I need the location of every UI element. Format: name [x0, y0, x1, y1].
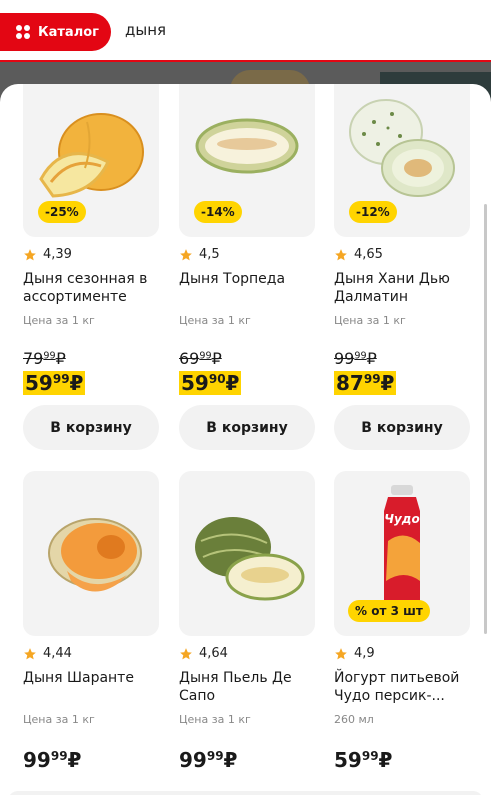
unit-label: Цена за 1 кг: [179, 314, 251, 327]
star-icon: [24, 647, 36, 659]
rating: 4,65: [334, 247, 470, 262]
rating-value: 4,9: [354, 646, 375, 661]
old-price: 7999₽: [23, 349, 66, 368]
unit-label: Цена за 1 кг: [179, 713, 251, 726]
product-title[interactable]: Йогурт питьевой Чудо персик-...: [334, 669, 470, 705]
product-card[interactable]: -12% 4,65 Дыня Хани Дью Далматин Цена за…: [334, 84, 470, 450]
star-icon: [24, 248, 36, 260]
current-price: 5990₽: [179, 371, 242, 395]
product-title[interactable]: Дыня Хани Дью Далматин: [334, 270, 470, 306]
current-price: 5999₽: [334, 748, 393, 772]
bottom-bar: [8, 791, 483, 795]
product-image[interactable]: -14%: [179, 84, 315, 237]
add-to-cart-button[interactable]: В корзину: [179, 405, 315, 450]
current-price: 5999₽: [23, 371, 86, 395]
product-sheet: -25% 4,39 Дыня сезонная в ассортименте Ц…: [0, 84, 491, 795]
rating-value: 4,65: [354, 247, 383, 262]
star-icon: [180, 647, 192, 659]
product-title[interactable]: Дыня сезонная в ассортименте: [23, 270, 159, 306]
product-image[interactable]: -12%: [334, 84, 470, 237]
product-card[interactable]: 4,44 Дыня Шаранте Цена за 1 кг 9999₽: [23, 471, 159, 772]
unit-label: Цена за 1 кг: [334, 314, 406, 327]
grid-icon: [16, 25, 30, 39]
product-card[interactable]: -14% 4,5 Дыня Торпеда Цена за 1 кг 6999₽…: [179, 84, 315, 450]
product-image[interactable]: [23, 471, 159, 636]
piel-de-sapo-melon-icon: [195, 517, 305, 601]
current-price: 9999₽: [23, 748, 82, 772]
rating: 4,44: [23, 646, 159, 661]
old-price: 6999₽: [179, 349, 222, 368]
search-input[interactable]: дыня: [125, 21, 166, 39]
star-icon: [335, 647, 347, 659]
svg-text:Чудо: Чудо: [384, 512, 419, 526]
star-icon: [180, 248, 192, 260]
charentais-melon-icon: [48, 518, 142, 592]
unit-label: 260 мл: [334, 713, 374, 726]
rating: 4,39: [23, 247, 159, 262]
old-price: 9999₽: [334, 349, 377, 368]
product-title[interactable]: Дыня Шаранте: [23, 669, 159, 705]
add-to-cart-button[interactable]: В корзину: [23, 405, 159, 450]
rating-value: 4,5: [199, 247, 220, 262]
product-image[interactable]: -25%: [23, 84, 159, 237]
add-to-cart-button[interactable]: В корзину: [334, 405, 470, 450]
product-title[interactable]: Дыня Торпеда: [179, 270, 315, 306]
product-card[interactable]: -25% 4,39 Дыня сезонная в ассортименте Ц…: [23, 84, 159, 450]
product-card[interactable]: Чудо % от 3 шт 4,9 Йогурт питьевой Чудо …: [334, 471, 470, 772]
rating: 4,5: [179, 247, 315, 262]
discount-badge: -12%: [349, 201, 397, 223]
rating: 4,64: [179, 646, 315, 661]
catalog-label: Каталог: [38, 24, 99, 40]
unit-label: Цена за 1 кг: [23, 713, 95, 726]
current-price: 9999₽: [179, 748, 238, 772]
unit-label: Цена за 1 кг: [23, 314, 95, 327]
scrollbar[interactable]: [484, 204, 487, 634]
product-image[interactable]: Чудо % от 3 шт: [334, 471, 470, 636]
discount-badge: -25%: [38, 201, 86, 223]
rating-value: 4,44: [43, 646, 72, 661]
rating-value: 4,39: [43, 247, 72, 262]
rating: 4,9: [334, 646, 470, 661]
star-icon: [335, 248, 347, 260]
current-price: 8799₽: [334, 371, 397, 395]
product-image[interactable]: [179, 471, 315, 636]
rating-value: 4,64: [199, 646, 228, 661]
product-card[interactable]: 4,64 Дыня Пьель Де Сапо Цена за 1 кг 999…: [179, 471, 315, 772]
catalog-button[interactable]: Каталог: [0, 13, 111, 51]
promo-badge: % от 3 шт: [348, 600, 430, 622]
discount-badge: -14%: [194, 201, 242, 223]
product-title[interactable]: Дыня Пьель Де Сапо: [179, 669, 315, 705]
header: Каталог дыня: [0, 0, 491, 62]
